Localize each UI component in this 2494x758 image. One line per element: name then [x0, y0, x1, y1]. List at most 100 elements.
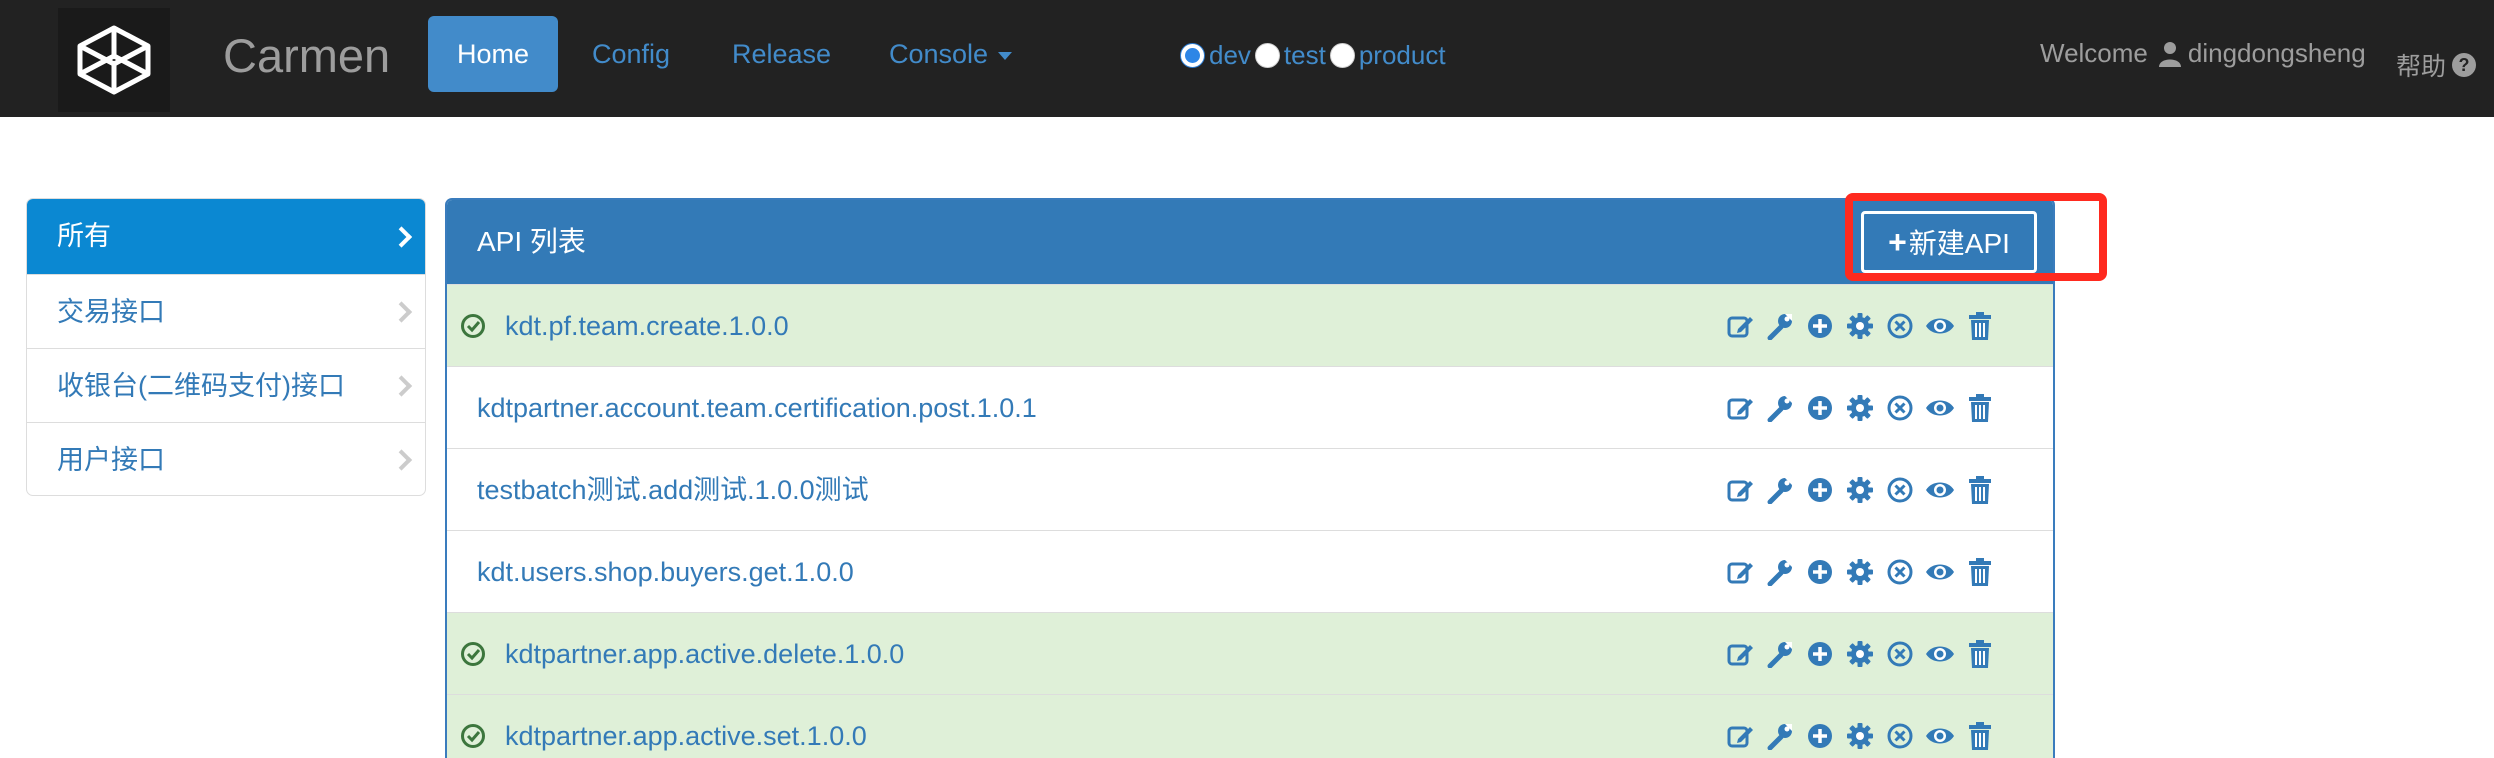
plus-circle-button[interactable] — [1805, 637, 1835, 671]
plus-circle-button[interactable] — [1805, 555, 1835, 589]
api-row[interactable]: kdtpartner.account.team.certification.po… — [447, 366, 2053, 448]
trash-button[interactable] — [1965, 473, 1995, 507]
edit-icon — [1727, 726, 1753, 748]
gear-button[interactable] — [1845, 637, 1875, 671]
wrench-icon — [1767, 478, 1792, 504]
eye-button[interactable] — [1925, 719, 1955, 753]
plus-circle-button[interactable] — [1805, 309, 1835, 343]
user-icon — [2158, 41, 2181, 67]
gear-button[interactable] — [1845, 473, 1875, 507]
trash-button[interactable] — [1965, 719, 1995, 753]
nav-config[interactable]: Config — [563, 16, 699, 92]
app-logo[interactable] — [58, 8, 170, 112]
brand-title[interactable]: Carmen — [223, 28, 390, 84]
env-radio-dev[interactable] — [1180, 42, 1205, 68]
help-link[interactable]: 帮助 ? — [2396, 47, 2477, 83]
eye-button[interactable] — [1925, 637, 1955, 671]
nav-console-dropdown[interactable]: Console — [860, 16, 1041, 92]
env-radio-test[interactable] — [1254, 42, 1280, 68]
row-actions — [1725, 309, 2005, 343]
api-row[interactable]: kdt.users.shop.buyers.get.1.0.0 — [447, 530, 2053, 612]
remove-circle-icon — [1887, 313, 1913, 339]
remove-circle-icon — [1887, 559, 1913, 585]
wrench-icon — [1767, 724, 1792, 750]
chevron-right-icon — [390, 300, 413, 323]
edit-button[interactable] — [1725, 637, 1755, 671]
api-row[interactable]: kdt.pf.team.create.1.0.0 — [447, 284, 2053, 366]
env-label-dev[interactable]: dev — [1209, 40, 1251, 71]
trash-icon — [1969, 558, 1991, 586]
env-label-test[interactable]: test — [1284, 40, 1326, 71]
eye-button[interactable] — [1925, 391, 1955, 425]
edit-icon — [1727, 316, 1753, 338]
api-name-link[interactable]: testbatch测试.add测试.1.0.0测试 — [477, 470, 869, 510]
gear-button[interactable] — [1845, 391, 1875, 425]
api-name-link[interactable]: kdtpartner.app.active.set.1.0.0 — [505, 716, 867, 756]
plus-circle-button[interactable] — [1805, 473, 1835, 507]
api-row[interactable]: testbatch测试.add测试.1.0.0测试 — [447, 448, 2053, 530]
eye-button[interactable] — [1925, 309, 1955, 343]
gear-button[interactable] — [1845, 309, 1875, 343]
question-circle-icon: ? — [2452, 53, 2477, 77]
wrench-button[interactable] — [1765, 637, 1795, 671]
trash-button[interactable] — [1965, 391, 1995, 425]
wrench-button[interactable] — [1765, 309, 1795, 343]
remove-circle-button[interactable] — [1885, 473, 1915, 507]
gear-button[interactable] — [1845, 719, 1875, 753]
sidebar-item-cashier[interactable]: 收银台(二维码支付)接口 — [27, 349, 425, 423]
sidebar-item-label: 收银台(二维码支付)接口 — [57, 371, 345, 401]
remove-circle-button[interactable] — [1885, 309, 1915, 343]
trash-icon — [1969, 312, 1991, 340]
top-navbar: Carmen Home Config Release Console dev t… — [0, 0, 2494, 117]
eye-icon — [1926, 646, 1954, 662]
api-name-link[interactable]: kdtpartner.app.active.delete.1.0.0 — [505, 634, 904, 674]
plus-circle-icon — [1808, 724, 1832, 748]
nav-release[interactable]: Release — [703, 16, 860, 92]
plus-circle-button[interactable] — [1805, 719, 1835, 753]
env-label-product[interactable]: product — [1359, 40, 1446, 71]
remove-circle-button[interactable] — [1885, 719, 1915, 753]
chevron-right-icon — [390, 225, 413, 248]
wrench-button[interactable] — [1765, 473, 1795, 507]
api-list-panel: API 列表 +新建API kdt.pf.team.create.1.0.0 kd… — [445, 198, 2055, 758]
row-actions — [1725, 473, 2005, 507]
api-row[interactable]: kdtpartner.app.active.delete.1.0.0 — [447, 612, 2053, 694]
sidebar-item-label: 所有 — [57, 221, 111, 251]
cube-logo-icon — [77, 25, 151, 95]
api-name-link[interactable]: kdtpartner.account.team.certification.po… — [477, 388, 1037, 428]
ok-circle-icon — [461, 724, 485, 748]
edit-button[interactable] — [1725, 719, 1755, 753]
plus-circle-button[interactable] — [1805, 391, 1835, 425]
eye-button[interactable] — [1925, 473, 1955, 507]
remove-circle-button[interactable] — [1885, 555, 1915, 589]
api-name-link[interactable]: kdt.users.shop.buyers.get.1.0.0 — [477, 552, 854, 592]
wrench-button[interactable] — [1765, 555, 1795, 589]
remove-circle-button[interactable] — [1885, 391, 1915, 425]
edit-button[interactable] — [1725, 309, 1755, 343]
api-name-link[interactable]: kdt.pf.team.create.1.0.0 — [505, 306, 789, 346]
edit-button[interactable] — [1725, 391, 1755, 425]
help-label: 帮助 — [2396, 53, 2447, 81]
remove-circle-button[interactable] — [1885, 637, 1915, 671]
trash-button[interactable] — [1965, 555, 1995, 589]
sidebar-item-trade[interactable]: 交易接口 — [27, 275, 425, 349]
ok-circle-icon — [461, 314, 485, 338]
sidebar-item-all[interactable]: 所有 — [27, 199, 425, 275]
edit-button[interactable] — [1725, 555, 1755, 589]
wrench-icon — [1767, 642, 1792, 668]
wrench-button[interactable] — [1765, 391, 1795, 425]
nav-home[interactable]: Home — [428, 16, 559, 92]
eye-icon — [1926, 564, 1954, 580]
trash-button[interactable] — [1965, 309, 1995, 343]
welcome-user[interactable]: Welcome dingdongsheng — [2040, 38, 2366, 69]
eye-button[interactable] — [1925, 555, 1955, 589]
trash-button[interactable] — [1965, 637, 1995, 671]
plus-circle-icon — [1808, 642, 1832, 666]
env-radio-product[interactable] — [1329, 42, 1355, 68]
gear-button[interactable] — [1845, 555, 1875, 589]
api-row[interactable]: kdtpartner.app.active.set.1.0.0 — [447, 694, 2053, 758]
sidebar-item-user[interactable]: 用户接口 — [27, 423, 425, 495]
edit-button[interactable] — [1725, 473, 1755, 507]
row-actions — [1725, 391, 2005, 425]
wrench-button[interactable] — [1765, 719, 1795, 753]
